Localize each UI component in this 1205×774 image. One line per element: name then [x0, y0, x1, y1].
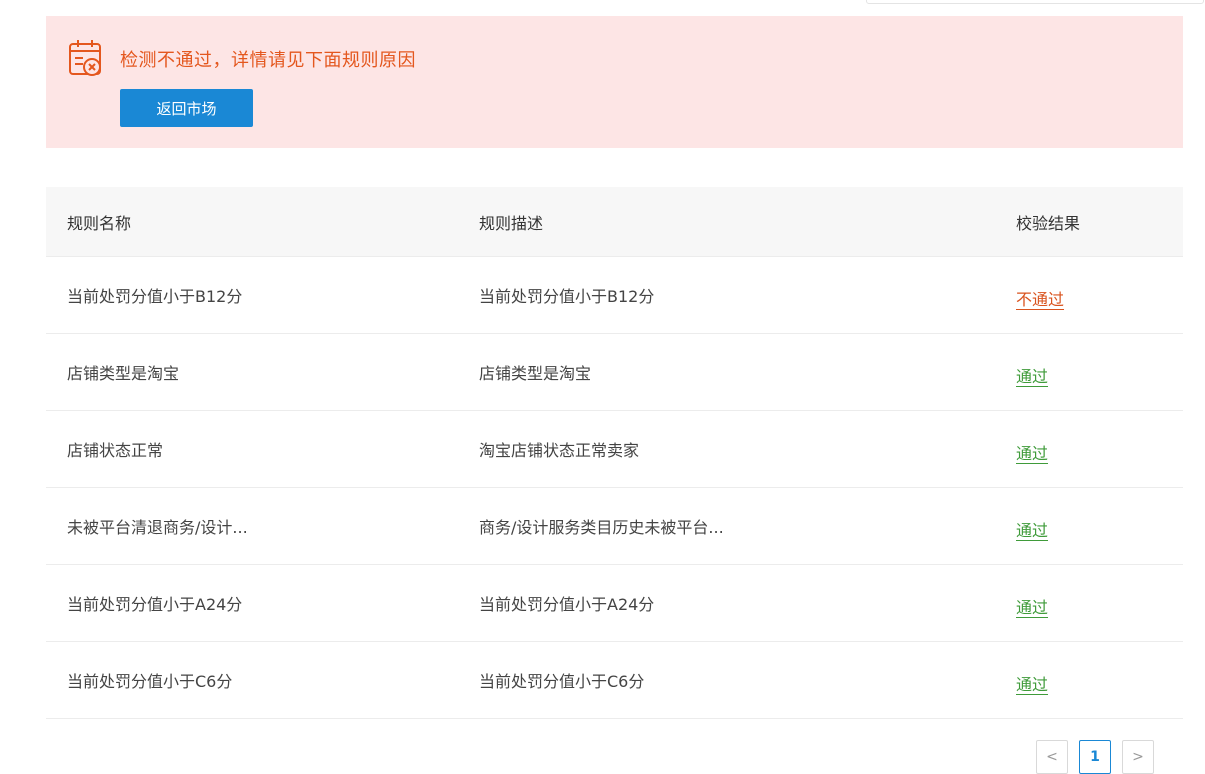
result-pass-link[interactable]: 通过	[1016, 363, 1048, 387]
pagination: < 1 >	[1036, 740, 1154, 774]
rule-result-cell: 通过	[1016, 642, 1048, 718]
rule-result-cell: 通过	[1016, 334, 1048, 410]
rule-name: 当前处罚分值小于A24分	[67, 595, 243, 614]
table-row: 未被平台清退商务/设计... 商务/设计服务类目历史未被平台... 通过	[46, 488, 1183, 565]
rule-name: 未被平台清退商务/设计...	[67, 518, 248, 537]
rule-description: 当前处罚分值小于B12分	[479, 287, 655, 306]
rule-result-cell: 通过	[1016, 411, 1048, 487]
back-to-market-button[interactable]: 返回市场	[120, 89, 253, 127]
next-page-button[interactable]: >	[1122, 740, 1154, 774]
prev-page-button[interactable]: <	[1036, 740, 1068, 774]
table-row: 店铺类型是淘宝 店铺类型是淘宝 通过	[46, 334, 1183, 411]
rule-description: 淘宝店铺状态正常卖家	[479, 441, 640, 460]
header-rule-name: 规则名称	[67, 213, 132, 233]
page-1-button[interactable]: 1	[1079, 740, 1111, 774]
rule-description: 商务/设计服务类目历史未被平台...	[479, 518, 724, 537]
rule-result-cell: 通过	[1016, 565, 1048, 641]
rule-description: 当前处罚分值小于C6分	[479, 672, 645, 691]
table-row: 当前处罚分值小于B12分 当前处罚分值小于B12分 不通过	[46, 257, 1183, 334]
result-pass-link[interactable]: 通过	[1016, 517, 1048, 541]
rule-name: 店铺类型是淘宝	[67, 364, 180, 383]
rule-result-cell: 通过	[1016, 488, 1048, 564]
rule-name: 当前处罚分值小于C6分	[67, 672, 233, 691]
table-row: 当前处罚分值小于A24分 当前处罚分值小于A24分 通过	[46, 565, 1183, 642]
table-row: 当前处罚分值小于C6分 当前处罚分值小于C6分 通过	[46, 642, 1183, 719]
dropdown-panel-edge	[866, 0, 1204, 4]
calendar-x-icon	[69, 40, 101, 76]
rules-table: 规则名称 规则描述 校验结果 当前处罚分值小于B12分 当前处罚分值小于B12分…	[46, 187, 1183, 719]
result-pass-link[interactable]: 通过	[1016, 440, 1048, 464]
result-pass-link[interactable]: 通过	[1016, 594, 1048, 618]
result-fail-link[interactable]: 不通过	[1016, 286, 1064, 310]
rule-description: 店铺类型是淘宝	[479, 364, 592, 383]
header-rule-description: 规则描述	[479, 213, 544, 233]
rule-name: 店铺状态正常	[67, 441, 164, 460]
rule-name: 当前处罚分值小于B12分	[67, 287, 243, 306]
alert-title: 检测不通过，详情请见下面规则原因	[120, 50, 416, 71]
header-check-result: 校验结果	[1016, 213, 1081, 233]
result-pass-link[interactable]: 通过	[1016, 671, 1048, 695]
table-header: 规则名称 规则描述 校验结果	[46, 187, 1183, 257]
failure-alert-banner: 检测不通过，详情请见下面规则原因 返回市场	[46, 16, 1183, 148]
table-row: 店铺状态正常 淘宝店铺状态正常卖家 通过	[46, 411, 1183, 488]
rule-description: 当前处罚分值小于A24分	[479, 595, 655, 614]
rule-result-cell: 不通过	[1016, 257, 1064, 333]
